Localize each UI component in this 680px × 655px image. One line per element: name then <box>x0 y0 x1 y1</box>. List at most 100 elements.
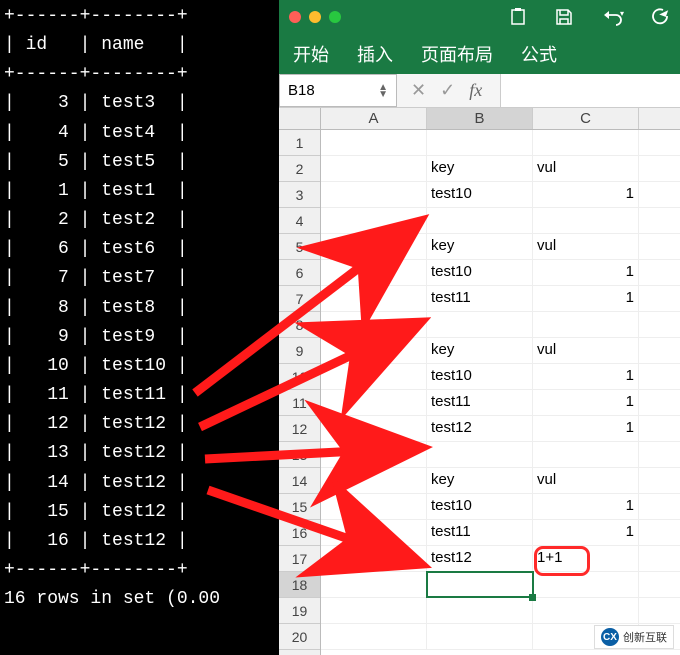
cell[interactable]: 1 <box>533 364 639 389</box>
cell[interactable]: test12 <box>427 546 533 571</box>
cell[interactable] <box>321 442 427 467</box>
cell[interactable]: test10 <box>427 260 533 285</box>
cell[interactable]: 1 <box>533 416 639 441</box>
cell[interactable] <box>321 208 427 233</box>
cell[interactable] <box>321 234 427 259</box>
cell[interactable]: key <box>427 338 533 363</box>
column-header[interactable]: B <box>427 108 533 129</box>
cell[interactable] <box>533 208 639 233</box>
row-header[interactable]: 18 <box>279 572 320 598</box>
row-header[interactable]: 4 <box>279 208 320 234</box>
cell[interactable] <box>427 624 533 649</box>
cell[interactable]: vul <box>533 338 639 363</box>
row-header[interactable]: 2 <box>279 156 320 182</box>
minimize-icon[interactable] <box>309 11 321 23</box>
cell[interactable] <box>321 338 427 363</box>
cell[interactable]: test10 <box>427 182 533 207</box>
row-header[interactable]: 3 <box>279 182 320 208</box>
cell[interactable] <box>427 312 533 337</box>
confirm-icon[interactable]: ✓ <box>440 80 455 101</box>
cell[interactable] <box>321 624 427 649</box>
cell[interactable]: 1+1 <box>533 546 639 571</box>
cell[interactable] <box>321 312 427 337</box>
row-header[interactable]: 16 <box>279 520 320 546</box>
formula-input[interactable] <box>500 74 680 107</box>
cell[interactable]: 1 <box>533 286 639 311</box>
row-header[interactable]: 7 <box>279 286 320 312</box>
maximize-icon[interactable] <box>329 11 341 23</box>
cell[interactable] <box>533 442 639 467</box>
cell[interactable]: key <box>427 468 533 493</box>
tab-page-layout[interactable]: 页面布局 <box>407 33 507 75</box>
row-header[interactable]: 11 <box>279 390 320 416</box>
row-header[interactable]: 12 <box>279 416 320 442</box>
row-header[interactable]: 13 <box>279 442 320 468</box>
row-header[interactable]: 14 <box>279 468 320 494</box>
cell[interactable] <box>321 156 427 181</box>
row-header[interactable]: 20 <box>279 624 320 650</box>
cells-area[interactable]: keyvultest101keyvultest101test111keyvult… <box>321 130 680 655</box>
cell[interactable] <box>427 572 533 597</box>
row-header[interactable]: 8 <box>279 312 320 338</box>
cell[interactable] <box>321 494 427 519</box>
row-header[interactable]: 15 <box>279 494 320 520</box>
name-box[interactable]: B18 ▲▼ <box>279 74 397 107</box>
row-header[interactable]: 6 <box>279 260 320 286</box>
cell[interactable]: 1 <box>533 520 639 545</box>
cell[interactable] <box>427 598 533 623</box>
tab-home[interactable]: 开始 <box>279 33 343 75</box>
row-header[interactable]: 1 <box>279 130 320 156</box>
stepper-icon[interactable]: ▲▼ <box>378 84 388 98</box>
cell[interactable] <box>321 572 427 597</box>
cell[interactable]: 1 <box>533 260 639 285</box>
close-icon[interactable] <box>289 11 301 23</box>
column-header[interactable]: C <box>533 108 639 129</box>
cell[interactable]: key <box>427 234 533 259</box>
cell[interactable]: key <box>427 156 533 181</box>
cell[interactable] <box>533 598 639 623</box>
row-header[interactable]: 5 <box>279 234 320 260</box>
cell[interactable] <box>427 442 533 467</box>
cell[interactable] <box>321 390 427 415</box>
cell[interactable]: 1 <box>533 390 639 415</box>
select-all-corner[interactable] <box>279 108 321 129</box>
tab-formulas[interactable]: 公式 <box>507 33 571 75</box>
cell[interactable] <box>427 130 533 155</box>
row-header[interactable]: 19 <box>279 598 320 624</box>
cell[interactable] <box>321 546 427 571</box>
cell[interactable] <box>321 286 427 311</box>
cell[interactable] <box>321 416 427 441</box>
cell[interactable]: vul <box>533 156 639 181</box>
cell[interactable] <box>533 130 639 155</box>
cell[interactable]: vul <box>533 468 639 493</box>
cell[interactable] <box>427 208 533 233</box>
cell[interactable]: test11 <box>427 390 533 415</box>
cell[interactable] <box>533 572 639 597</box>
redo-icon[interactable] <box>650 7 670 27</box>
column-header[interactable]: A <box>321 108 427 129</box>
tab-insert[interactable]: 插入 <box>343 33 407 75</box>
undo-icon[interactable]: ▾ <box>600 7 624 27</box>
cell[interactable] <box>533 312 639 337</box>
cell[interactable]: test12 <box>427 416 533 441</box>
cancel-icon[interactable]: ✕ <box>411 80 426 101</box>
cell[interactable]: test11 <box>427 520 533 545</box>
save-icon[interactable] <box>554 7 574 27</box>
paste-icon[interactable] <box>508 7 528 27</box>
fx-icon[interactable]: fx <box>469 80 482 101</box>
row-header[interactable]: 9 <box>279 338 320 364</box>
cell[interactable] <box>321 260 427 285</box>
cell[interactable]: vul <box>533 234 639 259</box>
cell[interactable] <box>321 364 427 389</box>
fill-handle[interactable] <box>529 594 536 601</box>
cell[interactable]: 1 <box>533 494 639 519</box>
cell[interactable] <box>321 130 427 155</box>
row-header[interactable]: 10 <box>279 364 320 390</box>
cell[interactable]: test11 <box>427 286 533 311</box>
cell[interactable]: 1 <box>533 182 639 207</box>
cell[interactable]: test10 <box>427 494 533 519</box>
cell[interactable] <box>321 182 427 207</box>
cell[interactable]: test10 <box>427 364 533 389</box>
cell[interactable] <box>321 468 427 493</box>
cell[interactable] <box>321 520 427 545</box>
